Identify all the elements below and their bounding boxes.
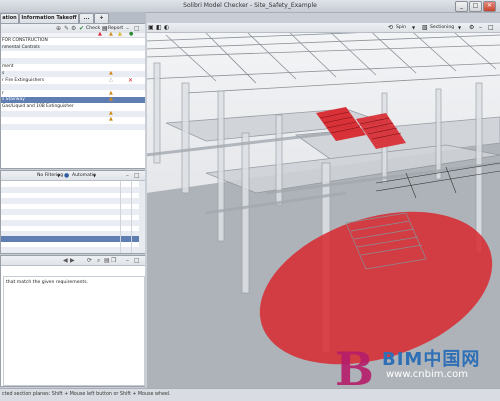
result-row[interactable] <box>1 247 139 253</box>
info-content: that match the given requirements. <box>3 276 145 386</box>
viewer-canvas[interactable] <box>146 23 500 395</box>
ruleset-tree-item[interactable]: ment <box>1 64 145 70</box>
forward-icon[interactable]: ▶ <box>70 257 75 264</box>
expand-icon[interactable]: ⊕ <box>56 25 61 32</box>
maximize-panel-icon[interactable]: □ <box>134 25 140 32</box>
warning-icon: ▲ <box>109 116 113 123</box>
ruleset-tree-label: Gas/Liquid and 10B Extinguisher <box>2 104 74 109</box>
ruleset-tree-item[interactable] <box>1 57 145 64</box>
ruleset-tree-item[interactable] <box>1 51 145 57</box>
failed-icon: ✕ <box>128 76 134 84</box>
column-divider <box>120 181 121 253</box>
ruleset-tree-item[interactable]: s Stairway ▲ <box>1 96 145 104</box>
ruleset-tree-item[interactable]: FOR CONSTRUCTION <box>1 38 145 44</box>
copy-icon[interactable]: ❐ <box>111 257 116 264</box>
results-panel: No Filtering ▼ ● Automatic ▼ – □ <box>0 170 146 254</box>
minimize-panel-icon[interactable]: – <box>479 24 482 31</box>
svg-text:B: B <box>335 342 374 391</box>
model-viewer[interactable]: ▣ ◧ ◐ ⟲ Spin ▼ ▧ Sectioning ▼ ⚙ – □ B BI… <box>146 23 500 395</box>
search-icon[interactable]: ⌕ <box>97 257 100 265</box>
ruleset-tree-item[interactable]: r Fire Extinguishers △ ✕ <box>1 76 145 84</box>
spin-icon: ⟲ <box>388 24 394 31</box>
fit-icon[interactable]: ◧ <box>156 24 162 31</box>
ruleset-tree-item[interactable]: ▲ <box>1 116 145 123</box>
status-bar: cted section planes: Shift + Mouse left … <box>0 388 500 401</box>
watermark-brand: BIM中国网 <box>382 349 481 370</box>
rule-description: that match the given requirements. <box>6 280 89 285</box>
ruleset-tree-item[interactable] <box>1 123 145 130</box>
results-toolbar: No Filtering ▼ ● Automatic ▼ – □ <box>1 171 145 181</box>
rule-status-icon: △ <box>109 76 113 83</box>
minimize-panel-icon[interactable]: – <box>126 172 129 179</box>
chevron-down-icon[interactable]: ▼ <box>93 173 96 178</box>
edit-icon[interactable]: ✎ <box>64 25 69 32</box>
passed-header-icon: ● <box>129 31 134 37</box>
chevron-down-icon[interactable]: ▼ <box>458 25 461 30</box>
status-text: cted section planes: Shift + Mouse left … <box>2 392 171 397</box>
viewer-toolbar: ▣ ◧ ◐ ⟲ Spin ▼ ▧ Sectioning ▼ ⚙ – □ <box>146 23 500 33</box>
bim-logo-icon: B <box>335 342 374 391</box>
report-icon: ▤ <box>102 25 108 32</box>
severity-high-header-icon: ▲ <box>98 31 102 37</box>
sectioning-dropdown[interactable]: Sectioning <box>430 25 454 30</box>
ruleset-tree-item[interactable]: Gas/Liquid and 10B Extinguisher <box>1 104 145 110</box>
chevron-down-icon[interactable]: ▼ <box>57 173 60 178</box>
camera-icon[interactable]: ▣ <box>148 24 154 31</box>
severity-medium-header-icon: ▲ <box>109 31 113 37</box>
close-button[interactable]: ✕ <box>483 1 496 12</box>
maximize-button[interactable]: □ <box>469 1 482 12</box>
ruleset-tree-item[interactable]: nmental Controls <box>1 44 145 51</box>
ruleset-tree-label: FOR CONSTRUCTION <box>2 38 48 43</box>
ruleset-tree-item[interactable]: ▲ <box>1 109 145 117</box>
column-divider <box>131 181 132 253</box>
results-list <box>1 181 145 253</box>
warning-icon: ▲ <box>109 109 113 116</box>
warning-icon: ▲ <box>109 96 113 103</box>
maximize-panel-icon[interactable]: □ <box>134 257 140 264</box>
maximize-panel-icon[interactable]: □ <box>134 172 140 179</box>
window-title: Solibri Model Checker - Site_Safety_Exam… <box>183 2 317 9</box>
settings-icon[interactable]: ⚙ <box>469 24 474 31</box>
minimize-button[interactable]: _ <box>455 1 468 12</box>
ruleset-tree-label: r <box>2 90 4 96</box>
refresh-icon[interactable]: ⟳ <box>87 257 92 264</box>
print-icon[interactable]: ▤ <box>104 257 110 264</box>
spin-dropdown[interactable]: Spin <box>396 25 406 30</box>
visibility-icon[interactable]: ◐ <box>164 24 169 31</box>
ruleset-tree-item[interactable]: r ▲ <box>1 89 145 97</box>
check-icon: ✔ <box>79 25 85 32</box>
ruleset-tree-item[interactable] <box>1 84 145 91</box>
watermark-url: www.cnbim.com <box>386 369 469 380</box>
warning-icon: ▲ <box>109 70 113 76</box>
severity-low-header-icon: ▲ <box>118 31 122 37</box>
back-icon[interactable]: ◀ <box>63 257 68 264</box>
ruleset-tree-label: nmental Controls <box>2 44 40 50</box>
chevron-down-icon[interactable]: ▼ <box>412 25 415 30</box>
ruleset-tree-label: s <box>2 71 5 76</box>
ruleset-tree-label: ment <box>2 64 14 70</box>
watermark-logo: B BIM中国网 www.cnbim.com <box>332 341 500 391</box>
ruleset-panel: ✔ Check ▤ Report ⊕ ✎ ⚙ – □ ▲ ▲ ▲ ● FOR C… <box>0 23 146 169</box>
ruleset-tree-label: r Fire Extinguishers <box>2 77 45 83</box>
ruleset-tree-item[interactable]: s ▲ <box>1 70 145 77</box>
info-panel: ◀ ▶ ⟳ ⌕ ▤ ❐ – □ that match the given req… <box>0 255 146 387</box>
minimize-panel-icon[interactable]: – <box>126 257 129 264</box>
ruleset-tree-label: s Stairway <box>2 97 25 103</box>
section-icon: ▧ <box>422 24 428 31</box>
auto-icon: ● <box>64 172 70 179</box>
panel-splitter[interactable] <box>145 23 147 388</box>
warning-icon: ▲ <box>109 89 113 96</box>
info-toolbar: ◀ ▶ ⟳ ⌕ ▤ ❐ – □ <box>1 256 145 266</box>
layout-tabs: ation Information Takeoff ... + <box>0 12 146 24</box>
settings-icon[interactable]: ⚙ <box>71 25 76 32</box>
maximize-panel-icon[interactable]: □ <box>488 24 494 31</box>
ruleset-tree: FOR CONSTRUCTION nmental Controls ment s ▲ r … <box>1 38 145 168</box>
